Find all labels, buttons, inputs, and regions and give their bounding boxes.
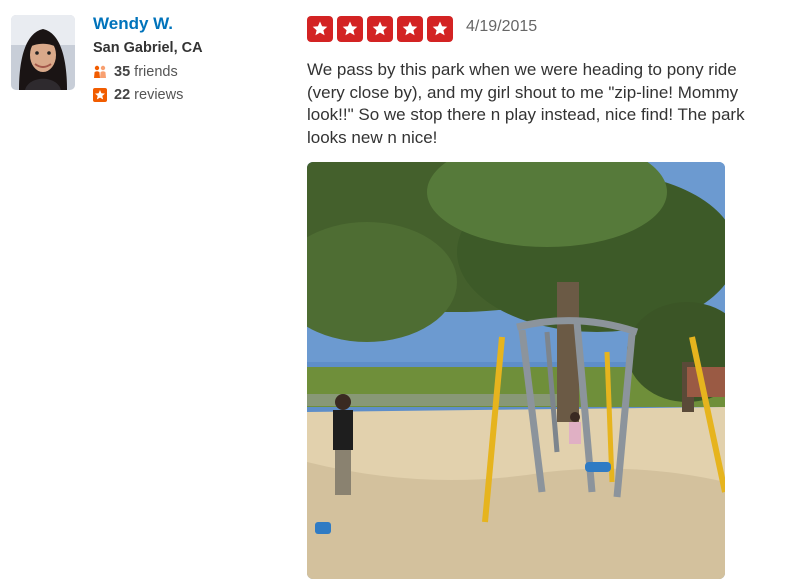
review-photo[interactable] xyxy=(307,162,725,579)
user-avatar-photo-icon xyxy=(11,15,75,90)
star-rating xyxy=(307,16,453,42)
friends-label: friends xyxy=(134,64,178,80)
review-date: 4/19/2015 xyxy=(466,18,538,35)
reviews-label: reviews xyxy=(134,87,184,103)
review-star-icon xyxy=(93,88,107,102)
rating-star-icon xyxy=(397,16,423,42)
rating-star-icon xyxy=(307,16,333,42)
friends-number: 35 xyxy=(114,64,131,80)
rating-star-icon xyxy=(427,16,453,42)
user-location: San Gabriel, CA xyxy=(93,40,203,56)
reviews-number: 22 xyxy=(114,87,131,103)
review-text: We pass by this park when we were headin… xyxy=(307,60,745,147)
user-name-link[interactable]: Wendy W. xyxy=(93,14,173,34)
friends-count: 35 friends xyxy=(93,64,178,80)
avatar[interactable] xyxy=(11,15,75,90)
park-playground-photo-icon xyxy=(307,162,725,579)
rating-star-icon xyxy=(367,16,393,42)
friends-icon xyxy=(94,65,106,78)
rating-star-icon xyxy=(337,16,363,42)
reviews-count: 22 reviews xyxy=(93,87,183,103)
